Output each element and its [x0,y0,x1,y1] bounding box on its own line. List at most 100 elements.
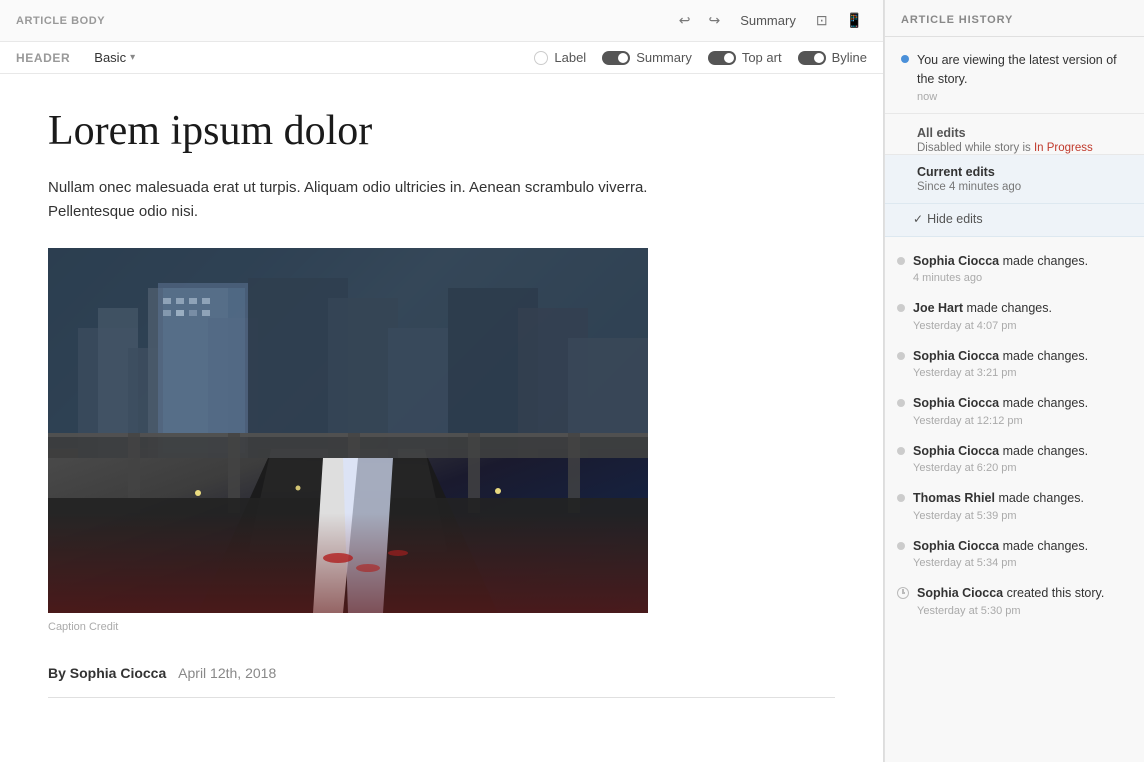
undo-button[interactable]: ↩ [675,10,695,31]
history-item-text: Sophia Ciocca made changes. [913,538,1088,556]
history-items: Sophia Ciocca made changes.4 minutes ago… [885,237,1144,633]
hide-edits-row: ✓ Hide edits [885,204,1144,237]
history-item[interactable]: Sophia Ciocca made changes.Yesterday at … [885,530,1144,578]
history-item-time: Yesterday at 5:34 pm [913,557,1088,569]
toggle-summary: Summary [602,50,692,65]
history-dot [897,494,905,502]
history-item-content: Thomas Rhiel made changes. Yesterday at 5… [913,490,1084,522]
current-edits-section: Current edits Since 4 minutes ago [885,155,1144,204]
history-item-time: 4 minutes ago [913,272,1088,284]
all-edits-title: All edits [917,126,1128,140]
byline: By Sophia Ciocca April 12th, 2018 [48,665,835,681]
history-item-text: Sophia Ciocca created this story. [917,585,1104,603]
history-item-content: Sophia Ciocca made changes.Yesterday at … [913,538,1088,570]
current-user-info: You are viewing the latest version of th… [917,51,1128,103]
toggle-group: Label Summary Top art Byline [534,50,867,65]
current-user-banner: You are viewing the latest version of th… [885,37,1144,114]
header-bar: HEADER Basic ▾ Label Summary Top art Byl… [0,42,883,74]
current-user-dot [901,55,909,63]
history-item-content: Sophia Ciocca created this story. Yesterd… [917,585,1104,617]
byline-date: April 12th, 2018 [178,665,276,681]
history-item[interactable]: Sophia Ciocca made changes. Yesterday at … [885,387,1144,435]
history-item-author: Thomas Rhiel [913,491,995,505]
in-progress-status: In Progress [1034,142,1093,154]
current-user-time: now [917,91,1128,103]
history-item-content: Joe Hart made changes. Yesterday at 4:07 … [913,300,1052,332]
toggle-top-art: Top art [708,50,782,65]
history-item-time: Yesterday at 4:07 pm [913,320,1052,332]
toggle-label-text: Label [554,50,586,65]
article-content: Lorem ipsum dolor Nullam onec malesuada … [0,74,883,762]
history-item[interactable]: Thomas Rhiel made changes. Yesterday at 5… [885,482,1144,530]
history-item-author: Sophia Ciocca [917,586,1003,600]
article-history-sidebar: ARTICLE HISTORY You are viewing the late… [884,0,1144,762]
toggle-byline-text: Byline [832,50,867,65]
history-item-content: Sophia Ciocca made changes. Yesterday at … [913,395,1088,427]
redo-button[interactable]: ↪ [704,10,724,31]
article-title[interactable]: Lorem ipsum dolor [48,106,835,156]
history-item-content: Sophia Ciocca made changes.4 minutes ago [913,253,1088,285]
section-label: ARTICLE BODY [16,15,105,27]
hide-edits-label: Hide edits [927,212,983,226]
toggle-label: Label [534,50,586,65]
history-dot [897,542,905,550]
history-item-text: Sophia Ciocca made changes. [913,253,1088,271]
history-item[interactable]: Sophia Ciocca created this story. Yesterd… [885,577,1144,625]
history-item-text: Sophia Ciocca made changes. [913,348,1088,366]
history-item-time: Yesterday at 5:30 pm [917,605,1104,617]
history-item-time: Yesterday at 6:20 pm [913,462,1088,474]
history-dot [897,352,905,360]
article-image [48,248,648,613]
history-item-author: Joe Hart [913,301,963,315]
history-item[interactable]: Sophia Ciocca made changes.4 minutes ago [885,245,1144,293]
history-item-content: Sophia Ciocca made changes.Yesterday at … [913,443,1088,475]
editor-area: ARTICLE BODY ↩ ↪ Summary ⊡ 📱 HEADER Basi… [0,0,884,762]
current-user-row: You are viewing the latest version of th… [901,51,1128,103]
toolbar-center: ↩ ↪ Summary ⊡ 📱 [675,10,867,31]
history-item-author: Sophia Ciocca [913,349,999,363]
mobile-preview-button[interactable]: 📱 [842,10,867,31]
article-body[interactable]: Nullam onec malesuada erat ut turpis. Al… [48,176,648,224]
history-item-text: Sophia Ciocca made changes. [913,443,1088,461]
history-item-text: Joe Hart made changes. [913,300,1052,318]
history-item-content: Sophia Ciocca made changes.Yesterday at … [913,348,1088,380]
article-divider [48,697,835,698]
hide-edits-button[interactable]: ✓ Hide edits [913,212,983,226]
history-item[interactable]: Sophia Ciocca made changes.Yesterday at … [885,435,1144,483]
toggle-summary-track[interactable] [602,51,630,65]
view-toggle-button[interactable]: ⊡ [812,10,832,31]
all-edits-status: Disabled while story is In Progress [917,142,1128,154]
history-item-author: Sophia Ciocca [913,396,999,410]
image-caption: Caption Credit [48,621,835,633]
toggle-summary-text: Summary [636,50,692,65]
history-item-time: Yesterday at 12:12 pm [913,415,1088,427]
history-item-time: Yesterday at 5:39 pm [913,510,1084,522]
header-dropdown[interactable]: Basic ▾ [94,50,135,65]
current-edits-title: Current edits [917,165,1128,179]
current-edits-time: Since 4 minutes ago [917,181,1128,193]
summary-button[interactable]: Summary [734,11,802,30]
article-image-container [48,248,835,613]
history-dot [897,304,905,312]
toolbar: ARTICLE BODY ↩ ↪ Summary ⊡ 📱 [0,0,883,42]
history-item-text: Sophia Ciocca made changes. [913,395,1088,413]
history-item[interactable]: Joe Hart made changes. Yesterday at 4:07 … [885,292,1144,340]
history-item-text: Thomas Rhiel made changes. [913,490,1084,508]
history-dot [897,257,905,265]
current-user-text: You are viewing the latest version of th… [917,51,1128,89]
sidebar-content: You are viewing the latest version of th… [885,37,1144,762]
byline-author: By Sophia Ciocca [48,665,166,681]
history-dot [897,447,905,455]
toggle-byline-track[interactable] [798,51,826,65]
toggle-label-circle [534,51,548,65]
history-item-time: Yesterday at 3:21 pm [913,367,1088,379]
toggle-top-art-track[interactable] [708,51,736,65]
history-item-author: Sophia Ciocca [913,539,999,553]
history-item-author: Sophia Ciocca [913,444,999,458]
history-item[interactable]: Sophia Ciocca made changes.Yesterday at … [885,340,1144,388]
header-section-label: HEADER [16,51,70,65]
sidebar-header: ARTICLE HISTORY [885,0,1144,37]
checkmark-icon: ✓ [913,212,923,226]
toggle-top-art-text: Top art [742,50,782,65]
toggle-byline: Byline [798,50,867,65]
